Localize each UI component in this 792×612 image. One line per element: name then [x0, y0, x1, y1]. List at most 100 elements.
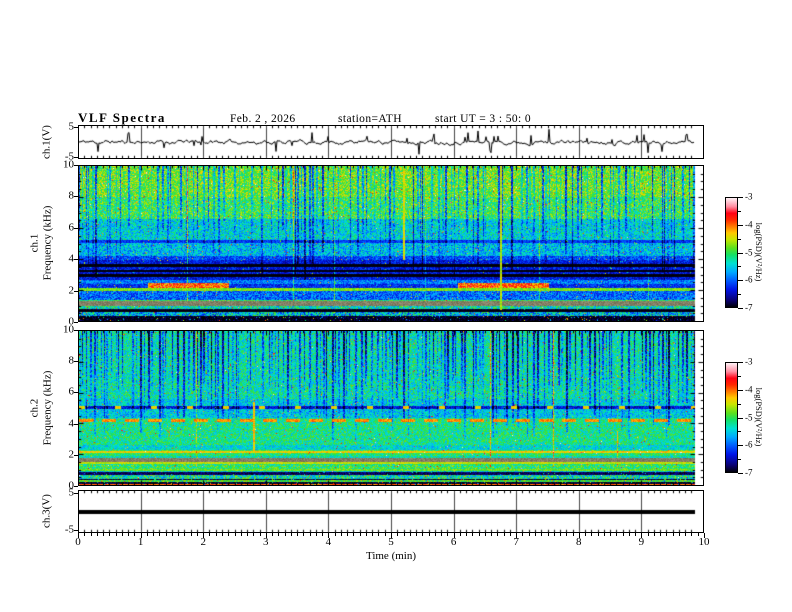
time-axis-tick	[397, 533, 398, 536]
time-axis-tick	[260, 533, 261, 536]
start-ut-label: start UT = 3 : 50: 0	[435, 113, 532, 125]
time-axis-tick	[84, 533, 85, 536]
ch1-spectrogram-panel	[78, 165, 704, 322]
time-axis-tick	[623, 533, 624, 536]
ch2-spectrogram-canvas	[79, 331, 703, 485]
colorbar-tick-label: -4	[745, 219, 753, 230]
ch1-freq-tick-label: 6	[68, 221, 75, 234]
y-axis-tick	[74, 330, 78, 331]
time-axis-tick	[598, 533, 599, 536]
time-axis-tick	[335, 533, 336, 536]
y-axis-tick	[74, 493, 78, 494]
time-axis-tick	[673, 533, 674, 536]
time-axis-tick	[178, 533, 179, 536]
ch1-spectrogram-canvas	[79, 166, 703, 321]
y-axis-tick	[74, 322, 78, 323]
time-axis-tick	[679, 533, 680, 536]
colorbar-tick	[738, 239, 741, 240]
time-axis-tick	[691, 533, 692, 536]
ch1-freq-tick-label: 10	[63, 158, 74, 171]
ch1-axis-line1: ch.1	[28, 233, 41, 253]
y-axis-tick	[74, 165, 78, 166]
time-axis-tick	[222, 533, 223, 536]
time-tick-label: 2	[200, 536, 206, 548]
y-axis-tick	[74, 259, 78, 260]
time-axis-tick	[303, 533, 304, 536]
ch2-freq-tick-label: 2	[68, 448, 75, 461]
colorbar-tick	[738, 211, 741, 212]
ch1-waveform-canvas	[79, 126, 703, 158]
time-axis-tick	[116, 533, 117, 536]
time-axis-tick	[416, 533, 417, 536]
time-axis-tick	[366, 533, 367, 536]
colorbar-tick	[738, 294, 741, 295]
ch2-frequency-axis-label: ch.2 Frequency (kHz)	[28, 371, 53, 446]
time-axis-tick	[566, 533, 567, 536]
time-axis-tick	[372, 533, 373, 536]
time-axis-tick	[266, 533, 267, 538]
time-tick-label: 7	[513, 536, 519, 548]
y-axis-tick	[74, 157, 78, 158]
time-axis-tick	[635, 533, 636, 536]
time-axis-tick	[310, 533, 311, 536]
colorbar-tick-label: -7	[745, 302, 753, 313]
time-axis-tick	[78, 533, 79, 538]
colorbar-tick	[738, 431, 741, 432]
time-axis-tick	[685, 533, 686, 536]
time-axis-tick	[272, 533, 273, 536]
time-axis-tick	[122, 533, 123, 536]
time-axis-tick	[535, 533, 536, 536]
colorbar-tick-label: -5	[745, 247, 753, 257]
colorbar-tick	[738, 473, 743, 474]
y-axis-tick	[74, 127, 78, 128]
ch1-ytick-label: 5	[68, 120, 75, 133]
y-axis-tick	[74, 291, 78, 292]
colorbar-tick	[738, 418, 743, 419]
time-axis-tick	[391, 533, 392, 538]
time-axis-tick	[353, 533, 354, 536]
time-axis-tick	[128, 533, 129, 536]
time-axis-tick	[579, 533, 580, 538]
ch2-axis-line1: ch.2	[28, 398, 41, 418]
time-axis-tick	[209, 533, 210, 536]
colorbar-tick-label: -6	[745, 274, 753, 285]
ch1-frequency-axis-label: ch.1 Frequency (kHz)	[28, 206, 53, 281]
time-axis-tick	[491, 533, 492, 536]
y-axis-tick	[74, 424, 78, 425]
time-axis-tick	[410, 533, 411, 536]
ch2-freq-tick-label: 10	[63, 323, 74, 336]
y-axis-tick	[74, 228, 78, 229]
time-axis-tick	[698, 533, 699, 536]
time-axis-tick	[385, 533, 386, 536]
time-axis-tick	[666, 533, 667, 536]
time-axis-tick	[654, 533, 655, 536]
time-axis-tick	[585, 533, 586, 536]
time-axis-tick	[297, 533, 298, 536]
ch3-voltage-axis-label: ch.3(V)	[40, 494, 53, 528]
ch2-freq-tick-label: 4	[68, 417, 75, 430]
time-axis-tick	[485, 533, 486, 536]
time-axis-tick	[591, 533, 592, 536]
y-axis-tick	[74, 392, 78, 393]
time-axis-tick	[704, 533, 705, 538]
time-axis-tick	[460, 533, 461, 536]
time-axis-tick	[641, 533, 642, 538]
time-axis-tick	[235, 533, 236, 536]
ch2-spectrogram-panel	[78, 330, 704, 486]
time-axis-tick	[203, 533, 204, 538]
ch1-colorbar	[725, 197, 738, 308]
time-axis-tick	[134, 533, 135, 536]
time-tick-label: 4	[325, 536, 332, 548]
ch1-freq-tick-label: 8	[68, 189, 75, 202]
time-axis-tick	[629, 533, 630, 536]
time-axis-tick	[216, 533, 217, 536]
time-axis-tick	[378, 533, 379, 536]
time-axis-tick	[616, 533, 617, 536]
time-axis-tick	[241, 533, 242, 536]
colorbar-tick-label: -3	[745, 356, 753, 367]
time-axis-tick	[97, 533, 98, 536]
time-axis-tick	[91, 533, 92, 536]
ch2-colorbar	[725, 362, 738, 473]
time-axis-tick	[147, 533, 148, 536]
colorbar-tick	[738, 362, 743, 363]
